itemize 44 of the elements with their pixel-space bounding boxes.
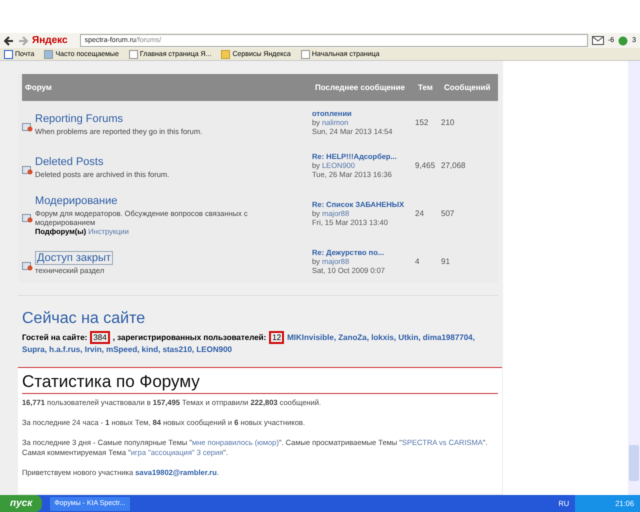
start-button[interactable]: пуск: [0, 495, 42, 512]
member-link[interactable]: Supra,: [22, 345, 47, 354]
column-header: Форум: [25, 83, 53, 92]
post-count: 210: [441, 118, 456, 127]
mail-icon[interactable]: [592, 36, 604, 45]
forum-title-link[interactable]: Модерирование: [35, 195, 118, 207]
post-count: 507: [441, 209, 456, 218]
forum-folder-icon: [22, 122, 33, 132]
member-link[interactable]: Utkin,: [398, 333, 421, 342]
back-arrow-icon[interactable]: [4, 36, 14, 46]
topic-count: 152: [415, 118, 430, 127]
member-link[interactable]: mSpeed,: [106, 345, 140, 354]
member-link[interactable]: stas210,: [162, 345, 194, 354]
member-count: 12: [269, 331, 284, 344]
forum-folder-icon: [22, 260, 33, 270]
column-header: Тем: [418, 83, 434, 92]
member-link[interactable]: dima1987704,: [422, 333, 475, 342]
member-link[interactable]: MIKInvisible,: [287, 333, 336, 342]
guest-count: 384: [90, 331, 110, 344]
topic-count: 9,465: [415, 161, 436, 170]
member-link[interactable]: Irvin,: [84, 345, 104, 354]
column-header: Последнее сообщение: [315, 83, 406, 92]
member-link[interactable]: h.a.f.rus,: [49, 345, 82, 354]
members-label: , зарегистрированных пользователей:: [112, 333, 266, 342]
forum-folder-icon: [22, 212, 33, 222]
section-heading: Сейчас на сайте: [22, 310, 146, 328]
forum-title-link[interactable]: Deleted Posts: [35, 156, 104, 168]
post-count: 27,068: [441, 161, 466, 170]
column-header: Сообщений: [444, 83, 492, 92]
forum-title-link[interactable]: Доступ закрыт: [35, 251, 113, 265]
forum-folder-icon: [22, 164, 33, 174]
browser-logo[interactable]: Яндекс: [32, 35, 68, 46]
member-link[interactable]: lokxis,: [371, 333, 396, 342]
topic-count: 24: [415, 209, 425, 218]
forum-title-link[interactable]: Reporting Forums: [35, 113, 124, 125]
member-link[interactable]: ZanoZa,: [338, 333, 369, 342]
member-link[interactable]: kind,: [142, 345, 160, 354]
post-count: 91: [441, 257, 451, 266]
guests-label: Гостей на сайте:: [22, 333, 88, 342]
badge-icon[interactable]: [618, 36, 628, 46]
member-link[interactable]: LEON900: [196, 345, 232, 354]
topic-count: 4: [415, 257, 420, 266]
forward-arrow-icon[interactable]: [18, 36, 28, 46]
stats-heading: Статистика по Форуму: [22, 372, 498, 394]
